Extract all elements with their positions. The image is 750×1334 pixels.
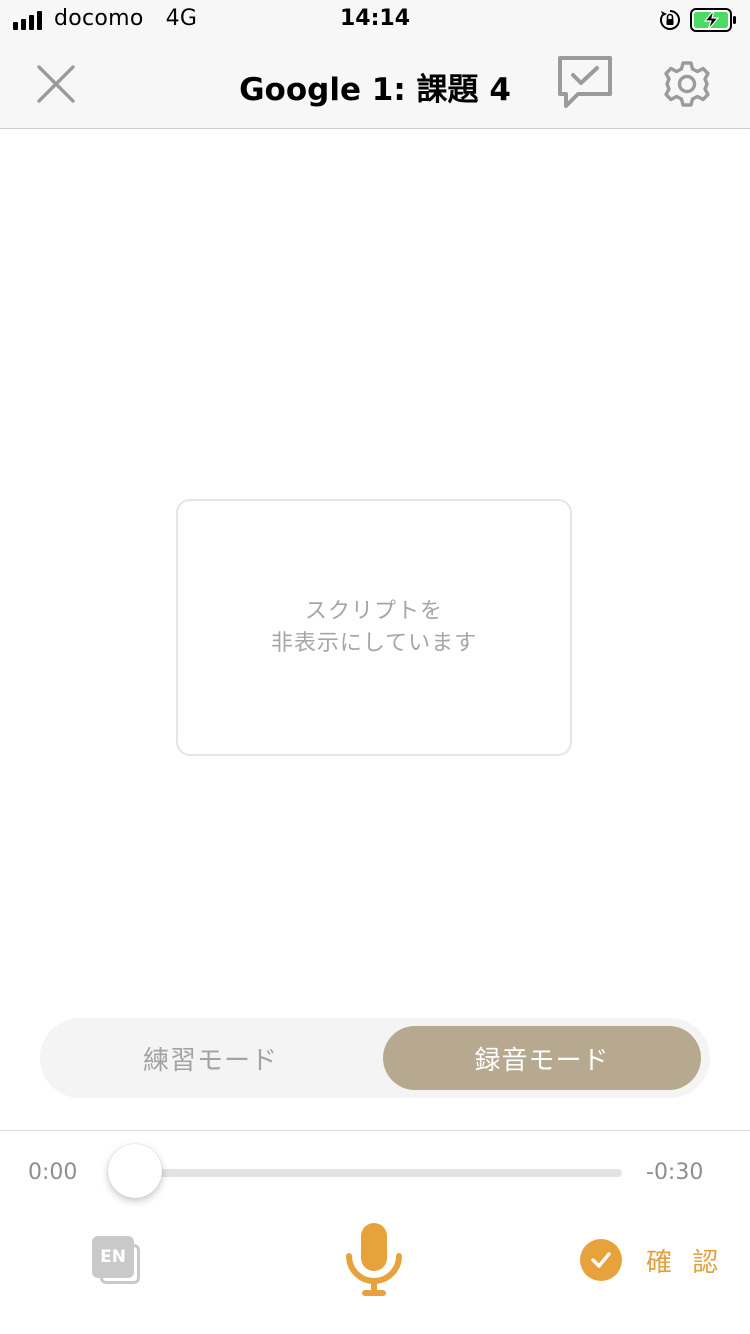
mode-switch: 練習モード 録音モード — [40, 1018, 710, 1098]
orientation-lock-icon — [660, 10, 680, 30]
record-button[interactable] — [344, 1222, 404, 1298]
close-icon — [37, 65, 75, 103]
elapsed-time: 0:00 — [28, 1160, 78, 1185]
microphone-icon — [346, 1223, 402, 1296]
language-toggle-button[interactable]: EN — [92, 1236, 144, 1286]
script-hidden-line-2: 非表示にしています — [270, 630, 478, 656]
language-label: EN — [92, 1236, 134, 1278]
progress-slider-knob[interactable] — [108, 1144, 162, 1198]
feedback-check-icon — [558, 56, 612, 108]
player-divider — [0, 1130, 750, 1131]
clock: 14:14 — [339, 6, 411, 31]
status-bar: docomo 4G 14:14 — [0, 0, 750, 40]
feedback-button[interactable] — [554, 54, 616, 112]
progress-track[interactable] — [134, 1169, 622, 1177]
page-title: Google 1: 課題 4 — [239, 72, 511, 108]
remaining-time: -0:30 — [646, 1160, 704, 1185]
close-button[interactable] — [30, 60, 82, 108]
record-mode-tab[interactable]: 録音モード — [383, 1026, 701, 1090]
script-hidden-line-1: スクリプトを — [304, 598, 443, 624]
confirm-label: 確 認 — [646, 1247, 725, 1278]
confirm-button[interactable]: 確 認 — [580, 1238, 724, 1282]
settings-button[interactable] — [660, 58, 714, 110]
nav-bar: Google 1: 課題 4 — [0, 40, 750, 129]
battery-charging-icon — [690, 8, 736, 32]
gear-icon — [664, 61, 710, 107]
check-circle-icon — [580, 1239, 622, 1281]
script-hidden-card: スクリプトを 非表示にしています — [176, 499, 572, 756]
practice-mode-tab[interactable]: 練習モード — [48, 1026, 373, 1090]
